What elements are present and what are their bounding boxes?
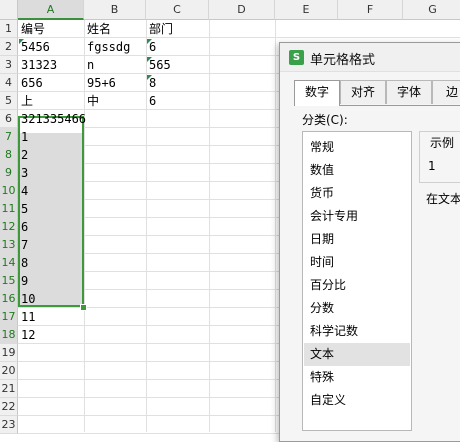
category-item[interactable]: 时间 (304, 251, 410, 274)
cell-a9[interactable]: 3 (18, 164, 28, 182)
row-header-16[interactable]: 16 (0, 290, 18, 308)
row-header-21[interactable]: 21 (0, 380, 18, 398)
cell-a12[interactable]: 6 (18, 218, 28, 236)
category-item[interactable]: 常规 (304, 136, 410, 159)
row-header-7[interactable]: 7 (0, 128, 18, 146)
row-header-22[interactable]: 22 (0, 398, 18, 416)
category-item[interactable]: 会计专用 (304, 205, 410, 228)
format-description: 在文本 (426, 192, 460, 206)
category-item[interactable]: 日期 (304, 228, 410, 251)
sample-label: 示例 (428, 134, 457, 151)
cell-a6[interactable]: 321335466 (18, 110, 86, 128)
category-label: 分类(C): (302, 113, 348, 127)
dialog-title-bar[interactable]: S 单元格格式 (280, 43, 460, 72)
cell-a11[interactable]: 5 (18, 200, 28, 218)
cell-a8[interactable]: 2 (18, 146, 28, 164)
row-header-13[interactable]: 13 (0, 236, 18, 254)
number-as-text-indicator (147, 39, 152, 44)
sample-value: 1 (428, 159, 436, 173)
row-header-3[interactable]: 3 (0, 56, 18, 74)
row-header-12[interactable]: 12 (0, 218, 18, 236)
row-header-2[interactable]: 2 (0, 38, 18, 56)
category-item[interactable]: 文本 (304, 343, 410, 366)
cell-b3[interactable]: n (84, 56, 94, 74)
tab-font[interactable]: 字体 (386, 80, 432, 104)
number-as-text-indicator (19, 39, 24, 44)
cell-a18[interactable]: 12 (18, 326, 35, 344)
cell-a5[interactable]: 上 (18, 92, 33, 110)
row-header-5[interactable]: 5 (0, 92, 18, 110)
row-header-8[interactable]: 8 (0, 146, 18, 164)
cell-c1[interactable]: 部门 (146, 20, 173, 38)
fill-handle[interactable] (80, 304, 87, 311)
column-header-e[interactable]: E (275, 0, 338, 20)
row-header-15[interactable]: 15 (0, 272, 18, 290)
tab-number[interactable]: 数字 (294, 80, 340, 106)
cell-a17[interactable]: 11 (18, 308, 35, 326)
cell-a1[interactable]: 编号 (18, 20, 45, 38)
column-header-b[interactable]: B (84, 0, 146, 20)
category-item[interactable]: 自定义 (304, 389, 410, 412)
row-header-17[interactable]: 17 (0, 308, 18, 326)
number-as-text-indicator (147, 75, 152, 80)
tab-alignment[interactable]: 对齐 (340, 80, 386, 104)
row-header-19[interactable]: 19 (0, 344, 18, 362)
row-header-18[interactable]: 18 (0, 326, 18, 344)
row-header-23[interactable]: 23 (0, 416, 18, 434)
cell-a3[interactable]: 31323 (18, 56, 57, 74)
category-item[interactable]: 数值 (304, 159, 410, 182)
row-header-4[interactable]: 4 (0, 74, 18, 92)
row-header-10[interactable]: 10 (0, 182, 18, 200)
row-header-9[interactable]: 9 (0, 164, 18, 182)
column-header-c[interactable]: C (146, 0, 209, 20)
cell-a7[interactable]: 1 (18, 128, 28, 146)
cell-c5[interactable]: 6 (146, 92, 156, 110)
category-item[interactable]: 特殊 (304, 366, 410, 389)
select-all-corner[interactable] (0, 0, 18, 20)
category-item[interactable]: 百分比 (304, 274, 410, 297)
cell-a14[interactable]: 8 (18, 254, 28, 272)
row-header-14[interactable]: 14 (0, 254, 18, 272)
category-item[interactable]: 科学记数 (304, 320, 410, 343)
number-as-text-indicator (147, 57, 152, 62)
row-header-11[interactable]: 11 (0, 200, 18, 218)
category-item[interactable]: 货币 (304, 182, 410, 205)
cell-a16[interactable]: 10 (18, 290, 35, 308)
row-header-6[interactable]: 6 (0, 110, 18, 128)
format-cells-dialog[interactable]: S 单元格格式 数字 对齐 字体 边 分类(C): 常规 数值 货币 会计专用 日期 时间… (279, 42, 460, 442)
cell-b1[interactable]: 姓名 (84, 20, 111, 38)
wps-logo-icon: S (289, 50, 304, 65)
cell-a13[interactable]: 7 (18, 236, 28, 254)
cell-a4[interactable]: 656 (18, 74, 43, 92)
cell-a10[interactable]: 4 (18, 182, 28, 200)
cell-a15[interactable]: 9 (18, 272, 28, 290)
column-header-f[interactable]: F (338, 0, 403, 20)
cell-b5[interactable]: 中 (84, 92, 99, 110)
dialog-title: 单元格格式 (310, 53, 376, 68)
column-header-g[interactable]: G (403, 0, 460, 20)
column-header-d[interactable]: D (209, 0, 275, 20)
row-header-1[interactable]: 1 (0, 20, 18, 38)
tab-border[interactable]: 边 (432, 80, 460, 104)
category-list[interactable]: 常规 数值 货币 会计专用 日期 时间 百分比 分数 科学记数 文本 特殊 自定义 (302, 131, 412, 431)
cell-b4[interactable]: 95+6 (84, 74, 116, 92)
category-item[interactable]: 分数 (304, 297, 410, 320)
cell-b2[interactable]: fgssdg (84, 38, 130, 56)
column-header-a[interactable]: A (18, 0, 84, 20)
row-header-20[interactable]: 20 (0, 362, 18, 380)
